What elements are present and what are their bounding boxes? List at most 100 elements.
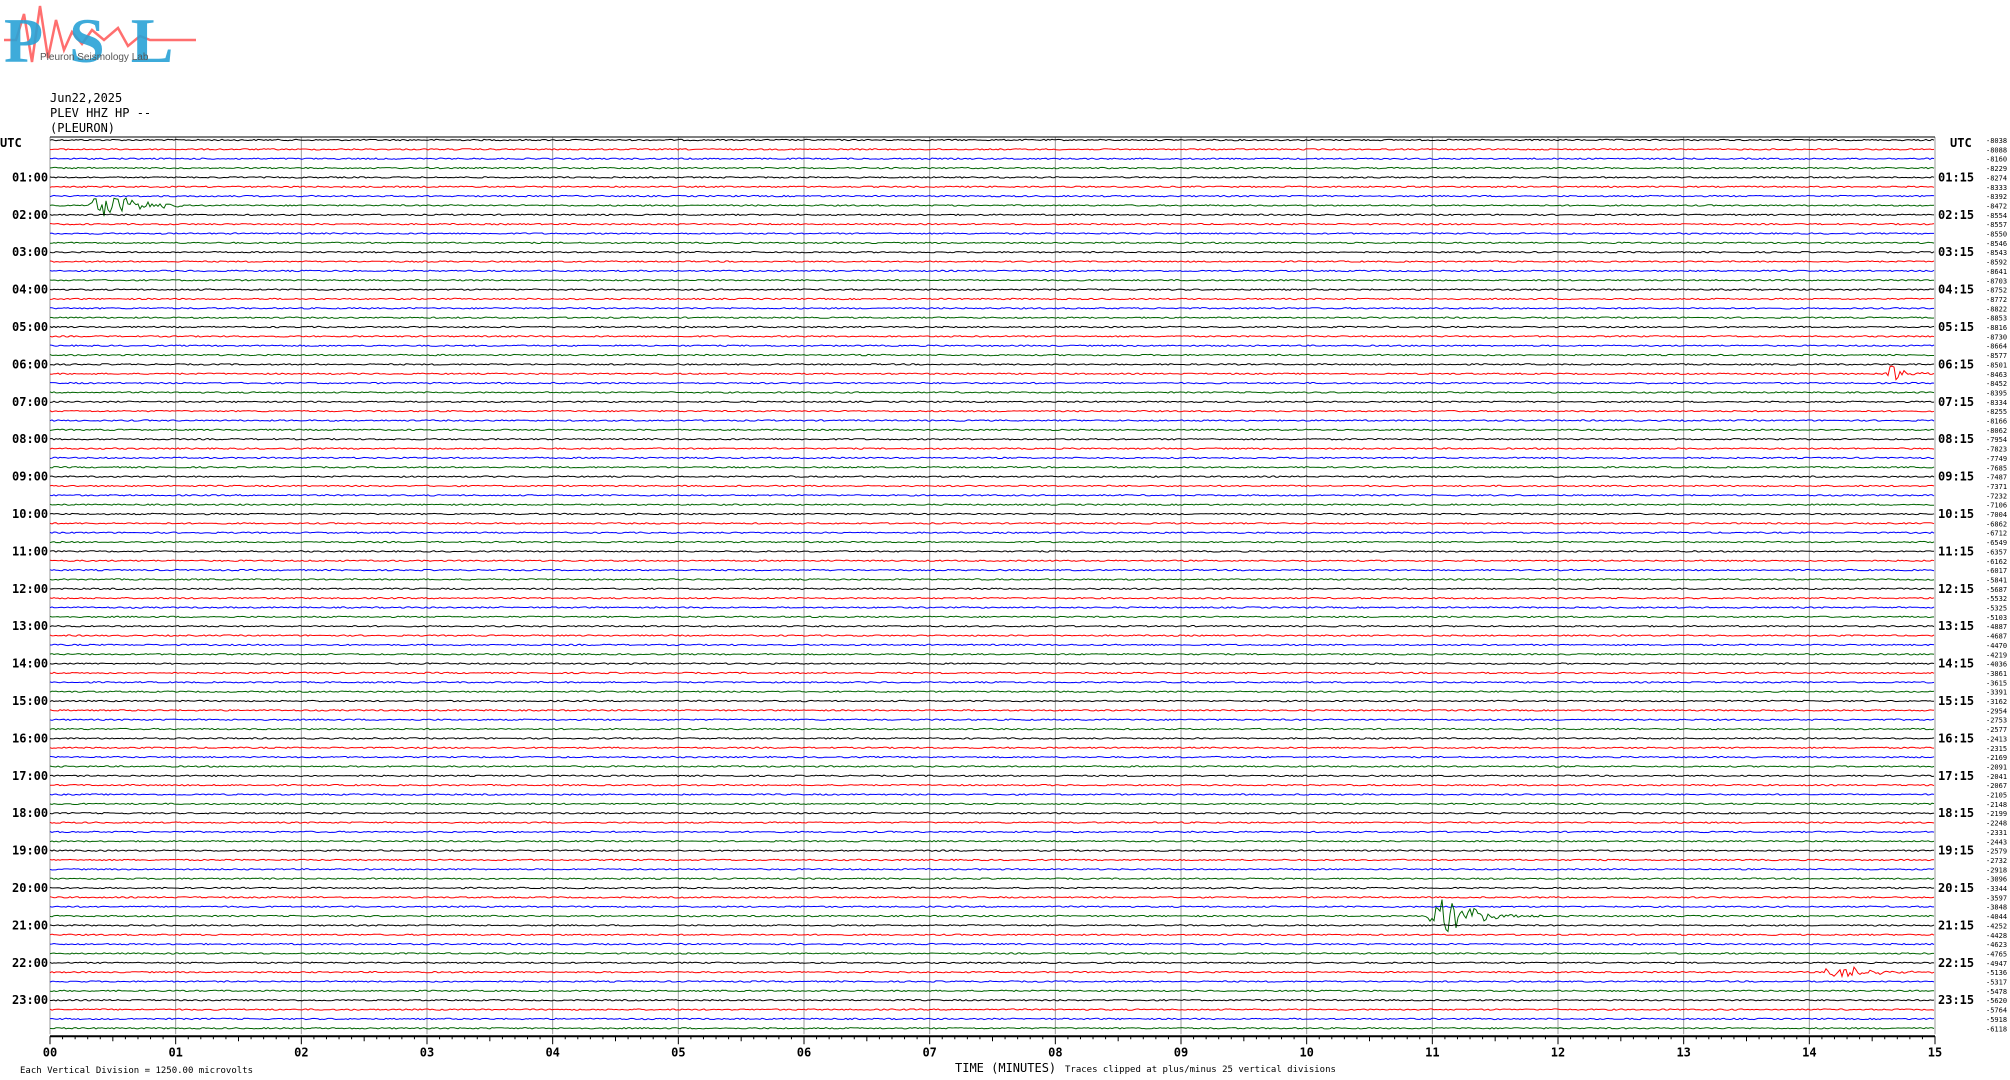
row-offset-label: -6862 xyxy=(1986,520,2007,528)
scale-note: Each Vertical Division = 1250.00 microvo… xyxy=(20,1066,253,1076)
right-hour-label: 22:15 xyxy=(1938,956,1974,970)
trace-row-34 xyxy=(49,456,1935,460)
trace-row-91 xyxy=(49,989,1934,993)
utc-left-label: UTC xyxy=(0,136,22,150)
left-hour-label: 09:00 xyxy=(12,470,48,484)
right-hour-label: 20:15 xyxy=(1938,881,1974,895)
right-hour-label: 07:15 xyxy=(1938,395,1974,409)
trace-row-8 xyxy=(49,213,1935,217)
row-offset-label: -5841 xyxy=(1986,576,2007,584)
row-offset-label: -7749 xyxy=(1986,455,2007,463)
x-tick-label: 12 xyxy=(1551,1045,1565,1059)
row-offset-label: -8543 xyxy=(1986,249,2007,257)
trace-row-20 xyxy=(49,325,1935,329)
row-offset-label: -8160 xyxy=(1986,156,2007,164)
trace-row-45 xyxy=(49,559,1935,562)
trace-row-87 xyxy=(49,952,1934,955)
row-offset-label: -5918 xyxy=(1986,1016,2007,1024)
trace-row-62 xyxy=(49,718,1935,721)
trace-row-46 xyxy=(49,568,1935,572)
trace-row-4 xyxy=(49,176,1935,179)
trace-row-21 xyxy=(49,335,1935,338)
utc-right-label: UTC xyxy=(1950,136,1972,150)
row-offset-label: -8730 xyxy=(1986,333,2007,341)
trace-row-39 xyxy=(49,503,1934,506)
row-offset-label: -6357 xyxy=(1986,548,2007,556)
left-hour-label: 13:00 xyxy=(12,619,48,633)
row-offset-label: -2753 xyxy=(1986,717,2007,725)
row-offset-label: -8501 xyxy=(1986,361,2007,369)
row-offset-label: -8557 xyxy=(1986,221,2007,229)
trace-row-33 xyxy=(49,447,1935,450)
trace-row-93 xyxy=(49,1008,1935,1011)
trace-row-80 xyxy=(49,886,1935,890)
trace-row-30 xyxy=(49,419,1935,422)
trace-row-61 xyxy=(49,709,1935,712)
x-axis-label: TIME (MINUTES) xyxy=(955,1061,1056,1075)
right-hour-label: 06:15 xyxy=(1938,357,1974,371)
row-offset-label: -8472 xyxy=(1986,202,2007,210)
trace-row-82 xyxy=(49,905,1934,908)
trace-row-17 xyxy=(49,297,1935,301)
row-offset-label: -3861 xyxy=(1986,670,2007,678)
trace-row-27 xyxy=(49,391,1935,394)
row-offset-label: -8703 xyxy=(1986,277,2007,285)
trace-row-6 xyxy=(49,194,1935,198)
trace-row-57 xyxy=(49,671,1935,675)
row-offset-label: -2199 xyxy=(1986,810,2007,818)
trace-row-76 xyxy=(49,849,1935,852)
row-offset-label: -8062 xyxy=(1986,427,2007,435)
row-offset-label: -3848 xyxy=(1986,904,2007,912)
row-offset-label: -4887 xyxy=(1986,623,2007,631)
trace-row-85 xyxy=(49,933,1935,936)
traces xyxy=(49,138,1935,1030)
right-hour-label: 10:15 xyxy=(1938,507,1974,521)
row-offset-label: -6118 xyxy=(1986,1025,2007,1033)
row-offset-label: -8546 xyxy=(1986,240,2007,248)
row-offset-label: -8229 xyxy=(1986,165,2007,173)
trace-row-67 xyxy=(49,765,1935,768)
row-offset-label: -6017 xyxy=(1986,567,2007,575)
trace-row-68 xyxy=(49,774,1935,778)
trace-row-22 xyxy=(49,344,1935,348)
row-offset-label: -2105 xyxy=(1986,792,2007,800)
row-offset-label: -5687 xyxy=(1986,586,2007,594)
row-offset-label: -4470 xyxy=(1986,642,2007,650)
row-offset-label: -8088 xyxy=(1986,146,2007,154)
row-offset-label: -6549 xyxy=(1986,539,2007,547)
trace-row-50 xyxy=(49,606,1935,609)
right-hour-label: 18:15 xyxy=(1938,806,1974,820)
trace-row-12 xyxy=(49,250,1935,254)
left-hour-label: 05:00 xyxy=(12,320,48,334)
right-hour-label: 23:15 xyxy=(1938,993,1974,1007)
trace-row-14 xyxy=(49,269,1935,273)
chart-date: Jun22,2025 xyxy=(50,91,122,105)
trace-row-16 xyxy=(49,288,1935,291)
trace-row-63 xyxy=(49,727,1935,731)
row-offset-label: -8664 xyxy=(1986,343,2007,351)
left-hour-label: 17:00 xyxy=(12,769,48,783)
row-offset-label: -8334 xyxy=(1986,399,2007,407)
station-label: (PLEURON) xyxy=(50,121,115,135)
row-offset-label: -2315 xyxy=(1986,745,2007,753)
left-hour-label: 01:00 xyxy=(12,170,48,184)
left-hour-label: 06:00 xyxy=(12,357,48,371)
row-offset-label: -8392 xyxy=(1986,193,2007,201)
trace-row-0 xyxy=(49,138,1935,142)
right-hour-label: 16:15 xyxy=(1938,731,1974,745)
row-offset-label: -2732 xyxy=(1986,857,2007,865)
row-offset-label: -2091 xyxy=(1986,763,2007,771)
trace-row-44 xyxy=(49,550,1935,553)
helicorder-chart: PSL Pleuron Seismology Lab Jun22,2025 PL… xyxy=(0,5,2007,1076)
row-offset-label: -2579 xyxy=(1986,848,2007,856)
x-tick-label: 03 xyxy=(420,1045,434,1059)
row-offset-label: -2041 xyxy=(1986,773,2007,781)
left-hour-label: 15:00 xyxy=(12,694,48,708)
trace-row-32 xyxy=(49,437,1935,441)
trace-row-13 xyxy=(49,260,1935,263)
row-offset-label: -5103 xyxy=(1986,614,2007,622)
trace-row-86 xyxy=(49,942,1935,946)
row-offset-label: -5532 xyxy=(1986,595,2007,603)
x-tick-label: 14 xyxy=(1802,1045,1816,1059)
left-hour-label: 11:00 xyxy=(12,544,48,558)
